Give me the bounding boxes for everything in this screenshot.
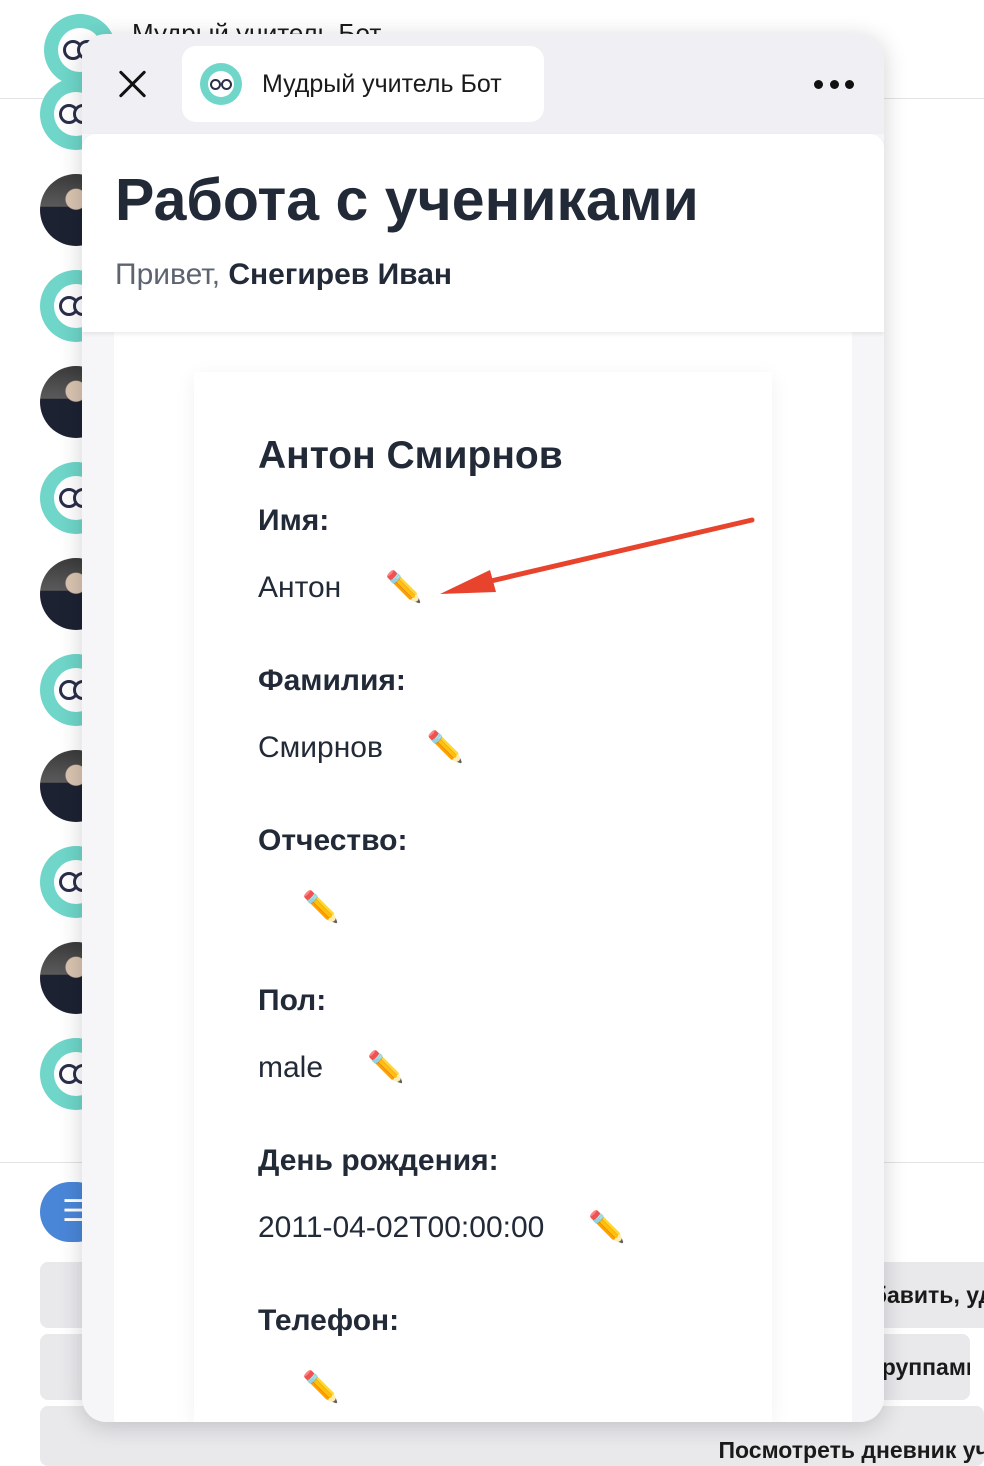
field-value: Смирнов xyxy=(258,731,383,764)
field-value: 2011-04-02T00:00:00 xyxy=(258,1211,545,1244)
field-phone: Телефон: ✏️ xyxy=(258,1304,738,1408)
field-first-name: Имя: Антон ✏️ xyxy=(258,504,738,608)
more-icon[interactable] xyxy=(814,72,854,96)
field-label: День рождения: xyxy=(258,1144,499,1177)
field-last-name: Фамилия: Смирнов ✏️ xyxy=(258,664,738,768)
field-label: Имя: xyxy=(258,504,330,537)
field-birthday: День рождения: 2011-04-02T00:00:00 ✏️ xyxy=(258,1144,738,1248)
pencil-edit-icon[interactable]: ✏️ xyxy=(427,728,464,768)
field-patronymic: Отчество: ✏️ xyxy=(258,824,738,928)
greeting: Привет, Снегирев Иван xyxy=(115,258,452,291)
page-header: Работа с учениками Привет, Снегирев Иван xyxy=(82,134,884,332)
field-label: Пол: xyxy=(258,984,327,1017)
pencil-edit-icon[interactable]: ✏️ xyxy=(588,1208,625,1248)
bot-title-pill[interactable]: Мудрый учитель Бот xyxy=(182,46,544,122)
user-name: Снегирев Иван xyxy=(228,258,452,291)
mini-app-content: Работа с учениками Привет, Снегирев Иван… xyxy=(82,134,884,1422)
field-gender: Пол: male ✏️ xyxy=(258,984,738,1088)
field-label: Фамилия: xyxy=(258,664,406,697)
students-panel: Антон Смирнов Имя: Антон ✏️ Фамилия: Смир… xyxy=(114,332,852,1422)
field-label: Отчество: xyxy=(258,824,408,857)
close-icon[interactable] xyxy=(112,64,152,104)
field-value: male xyxy=(258,1051,324,1084)
field-value: Антон xyxy=(258,571,342,604)
mini-app-sheet: Мудрый учитель Бот Работа с учениками Пр… xyxy=(82,34,884,1422)
pencil-edit-icon[interactable]: ✏️ xyxy=(302,1368,339,1408)
bot-name: Мудрый учитель Бот xyxy=(262,69,502,98)
page-title: Работа с учениками xyxy=(115,167,699,233)
pencil-edit-icon[interactable]: ✏️ xyxy=(302,888,339,928)
field-label: Телефон: xyxy=(258,1304,400,1337)
pencil-edit-icon[interactable]: ✏️ xyxy=(367,1048,404,1088)
pencil-edit-icon[interactable]: ✏️ xyxy=(385,568,422,608)
student-name: Антон Смирнов xyxy=(258,434,563,477)
bot-avatar-small xyxy=(200,63,242,105)
mini-app-topbar: Мудрый учитель Бот xyxy=(82,34,884,134)
student-card: Антон Смирнов Имя: Антон ✏️ Фамилия: Смир… xyxy=(194,372,772,1422)
